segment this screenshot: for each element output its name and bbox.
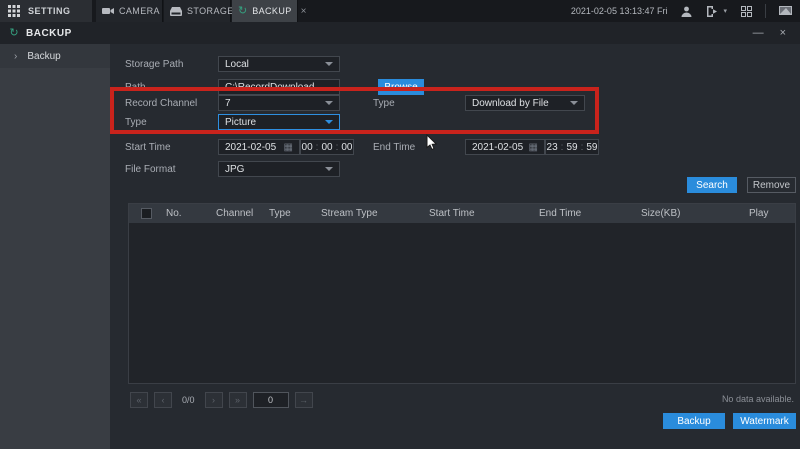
close-button[interactable]: × [780, 27, 786, 39]
page-number-input[interactable] [253, 392, 289, 408]
topbar-right: 2021-02-05 13:13:47 Fri ▾ [571, 0, 800, 22]
prev-page-button[interactable]: ‹ [154, 392, 172, 408]
start-time-input[interactable]: 00: 00: 00 [300, 139, 354, 155]
sidebar-item-label: Backup [27, 51, 60, 62]
topbar-divider [765, 4, 766, 18]
layout-grid-icon[interactable] [739, 4, 753, 18]
chevron-down-icon [325, 167, 333, 171]
col-stream-type: Stream Type [321, 208, 378, 219]
calendar-icon[interactable]: ▦ [529, 142, 538, 153]
tab-storage[interactable]: STORAGE × [164, 0, 231, 22]
user-icon[interactable] [679, 4, 693, 18]
backup-refresh-icon: ↻ [238, 6, 247, 16]
display-icon[interactable] [778, 4, 792, 18]
chevron-right-icon: › [14, 51, 17, 62]
page-position: 0/0 [178, 395, 199, 405]
browse-button[interactable]: Browse [378, 79, 424, 95]
download-type-label: Type [373, 98, 395, 109]
tab-backup[interactable]: ↻ BACKUP × [232, 0, 298, 22]
media-type-label: Type [125, 117, 147, 128]
storage-icon [170, 6, 182, 16]
first-page-button[interactable]: « [130, 392, 148, 408]
results-table: No. Channel Type Stream Type Start Time … [128, 203, 796, 384]
tab-label: STORAGE [187, 6, 234, 16]
col-size: Size(KB) [641, 208, 680, 219]
path-input[interactable]: C:\RecordDownload [218, 79, 340, 95]
col-start-time: Start Time [429, 208, 475, 219]
camera-icon [102, 6, 114, 16]
end-time-label: End Time [373, 142, 415, 153]
tab-label: BACKUP [252, 6, 291, 16]
path-label: Path [125, 82, 146, 93]
setting-label: SETTING [28, 6, 71, 16]
sidebar-item-backup[interactable]: › Backup [0, 44, 110, 68]
start-date-input[interactable]: 2021-02-05 ▦ [218, 139, 300, 155]
next-page-button[interactable]: › [205, 392, 223, 408]
file-format-select[interactable]: JPG [218, 161, 340, 177]
watermark-button[interactable]: Watermark [733, 413, 796, 429]
col-end-time: End Time [539, 208, 581, 219]
storage-path-label: Storage Path [125, 59, 183, 70]
mouse-cursor [426, 134, 438, 154]
sidebar: › Backup [0, 44, 110, 449]
setting-menu[interactable]: SETTING [0, 0, 92, 22]
chevron-down-icon [325, 62, 333, 66]
logout-caret-icon[interactable]: ▾ [723, 7, 727, 15]
start-time-label: Start Time [125, 142, 171, 153]
chevron-down-icon [325, 120, 333, 124]
end-date-input[interactable]: 2021-02-05 ▦ [465, 139, 545, 155]
calendar-icon[interactable]: ▦ [284, 142, 293, 153]
tab-camera[interactable]: CAMERA × [96, 0, 163, 22]
last-page-button[interactable]: » [229, 392, 247, 408]
chevron-down-icon [570, 101, 578, 105]
window-titlebar: ↻ BACKUP — × [0, 22, 800, 44]
datetime-label: 2021-02-05 13:13:47 Fri [571, 6, 668, 16]
record-channel-label: Record Channel [125, 98, 197, 109]
col-play: Play [749, 208, 768, 219]
search-button[interactable]: Search [687, 177, 737, 193]
window-title: BACKUP [26, 28, 72, 39]
top-tab-bar: SETTING CAMERA × STORAGE × [0, 0, 800, 22]
end-time-input[interactable]: 23: 59: 59 [545, 139, 599, 155]
media-type-select[interactable]: Picture [218, 114, 340, 130]
record-channel-select[interactable]: 7 [218, 95, 340, 111]
backup-window: SETTING CAMERA × STORAGE × [0, 0, 800, 449]
col-type: Type [269, 208, 291, 219]
remove-button[interactable]: Remove [747, 177, 796, 193]
minimize-button[interactable]: — [753, 27, 764, 39]
col-no: No. [166, 208, 182, 219]
select-all-checkbox[interactable] [141, 208, 152, 219]
storage-path-select[interactable]: Local [218, 56, 340, 72]
col-channel: Channel [216, 208, 253, 219]
no-data-text: No data available. [722, 394, 794, 404]
pagination: « ‹ 0/0 › » → [130, 392, 313, 408]
apps-grid-icon [8, 6, 20, 16]
go-page-button[interactable]: → [295, 392, 313, 408]
tab-close-icon[interactable]: × [301, 6, 307, 17]
tab-label: CAMERA [119, 6, 160, 16]
chevron-down-icon [325, 101, 333, 105]
download-type-select[interactable]: Download by File [465, 95, 585, 111]
logout-icon[interactable] [705, 4, 719, 18]
file-format-label: File Format [125, 164, 176, 175]
backup-refresh-icon: ↻ [8, 28, 20, 38]
backup-button[interactable]: Backup [663, 413, 725, 429]
table-header-row: No. Channel Type Stream Type Start Time … [129, 204, 795, 223]
